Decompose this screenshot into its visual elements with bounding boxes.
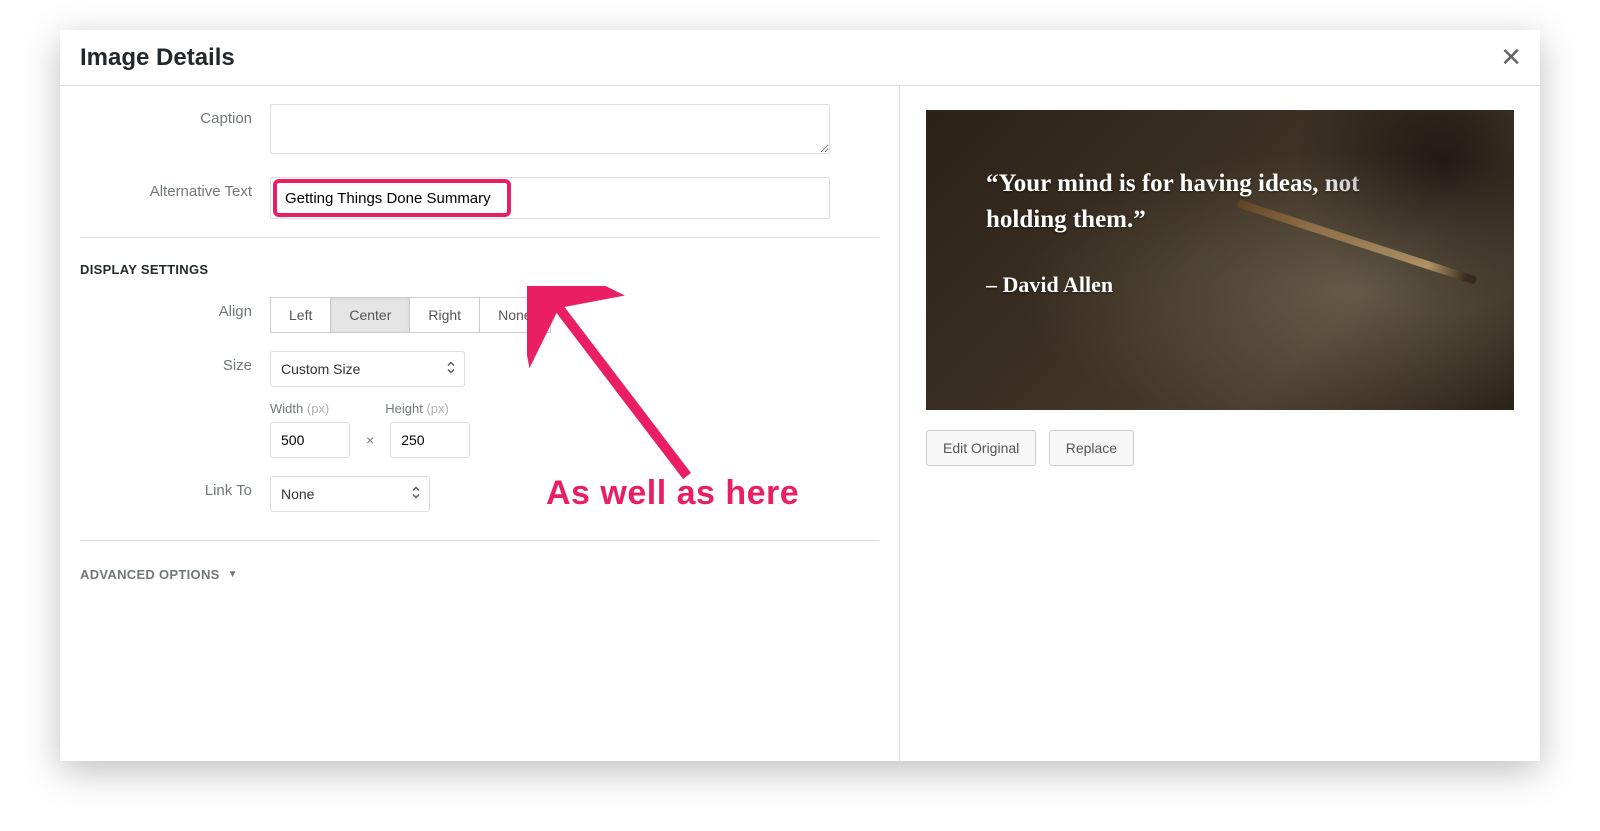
align-left-button[interactable]: Left xyxy=(270,297,331,333)
width-input[interactable] xyxy=(270,422,350,458)
edit-original-button[interactable]: Edit Original xyxy=(926,430,1036,466)
divider xyxy=(80,237,879,238)
preview-quote: “Your mind is for having ideas, not hold… xyxy=(986,166,1474,300)
caption-label: Caption xyxy=(80,104,270,127)
quote-line: “Your mind is for having ideas, not xyxy=(986,166,1474,202)
divider xyxy=(80,540,879,541)
custom-size-inputs: Width (px) Height (px) × xyxy=(270,401,879,458)
quote-author: – David Allen xyxy=(986,269,1474,301)
align-row: Align Left Center Right None xyxy=(80,297,879,333)
caption-input[interactable] xyxy=(270,104,830,154)
align-button-group: Left Center Right None xyxy=(270,297,551,333)
caption-row: Caption xyxy=(80,104,879,159)
dialog-title: Image Details xyxy=(80,44,235,72)
size-select[interactable]: Custom Size xyxy=(270,351,465,387)
preview-pane: “Your mind is for having ideas, not hold… xyxy=(900,86,1540,761)
linkto-select[interactable]: None xyxy=(270,476,430,512)
pencil-graphic xyxy=(1237,200,1477,285)
dialog-body: Caption Alternative Text DISPLAY SETTING… xyxy=(60,86,1540,761)
linkto-label: Link To xyxy=(80,476,270,499)
align-right-button[interactable]: Right xyxy=(410,297,480,333)
height-label: Height xyxy=(385,401,423,416)
times-separator: × xyxy=(360,432,380,448)
quote-line: holding them.” xyxy=(986,202,1474,238)
advanced-options-toggle[interactable]: ADVANCED OPTIONS ▼ xyxy=(80,567,879,582)
annotation-highlight-box xyxy=(273,179,511,217)
align-center-button[interactable]: Center xyxy=(331,297,410,333)
size-row: Size Custom Size Width (px) xyxy=(80,351,879,458)
px-unit: (px) xyxy=(307,401,329,416)
display-settings-heading: DISPLAY SETTINGS xyxy=(80,262,879,277)
linkto-row: Link To None xyxy=(80,476,879,512)
advanced-options-label: ADVANCED OPTIONS xyxy=(80,567,220,582)
width-label: Width xyxy=(270,401,303,416)
image-details-dialog: Image Details ✕ Caption Alternative Text xyxy=(60,30,1540,761)
alt-text-row: Alternative Text xyxy=(80,177,879,219)
alt-text-input[interactable] xyxy=(277,190,507,207)
close-icon[interactable]: ✕ xyxy=(1500,44,1522,70)
px-unit: (px) xyxy=(426,401,448,416)
chevron-down-icon: ▼ xyxy=(228,569,238,580)
alt-text-label: Alternative Text xyxy=(80,177,270,200)
alt-text-field-wrapper xyxy=(270,177,830,219)
height-input[interactable] xyxy=(390,422,470,458)
preview-actions: Edit Original Replace xyxy=(926,430,1514,466)
image-preview: “Your mind is for having ideas, not hold… xyxy=(926,110,1514,410)
size-label: Size xyxy=(80,351,270,374)
dialog-header: Image Details ✕ xyxy=(60,30,1540,86)
replace-button[interactable]: Replace xyxy=(1049,430,1134,466)
settings-pane: Caption Alternative Text DISPLAY SETTING… xyxy=(60,86,900,761)
align-label: Align xyxy=(80,297,270,320)
align-none-button[interactable]: None xyxy=(480,297,550,333)
